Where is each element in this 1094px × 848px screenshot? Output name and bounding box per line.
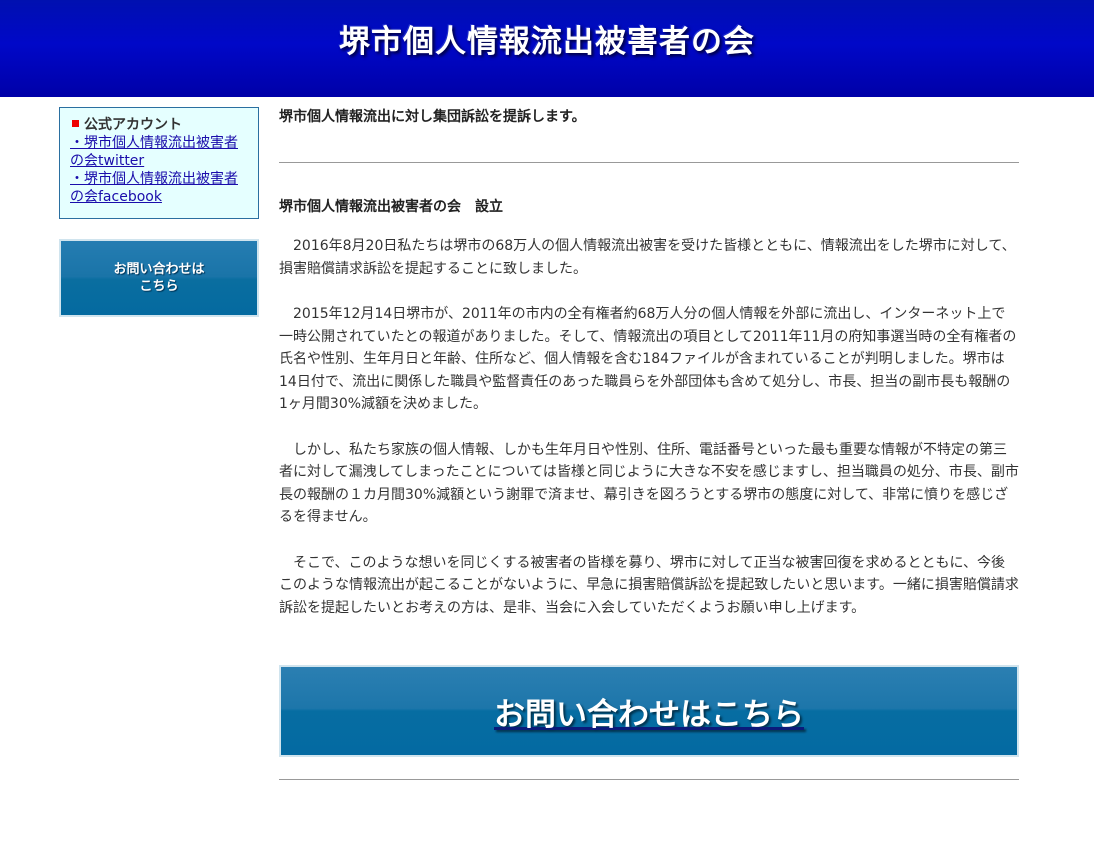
- sidebar: 公式アカウント ・堺市個人情報流出被害者の会twitter ・堺市個人情報流出被…: [59, 107, 259, 317]
- headline: 堺市個人情報流出に対し集団訴訟を提訴します。: [279, 109, 586, 125]
- site-header: 堺市個人情報流出被害者の会: [0, 0, 1094, 97]
- bottom-divider: [279, 779, 1019, 780]
- twitter-link[interactable]: ・堺市個人情報流出被害者の会twitter: [70, 134, 248, 170]
- paragraph-1: 2016年8月20日私たちは堺市の68万人の個人情報流出被害を受けた皆様とともに…: [279, 238, 1016, 277]
- paragraph-3: しかし、私たち家族の個人情報、しかも生年月日や性別、住所、電話番号といった最も重…: [279, 441, 1019, 526]
- contact-banner-label[interactable]: お問い合わせはこちら: [494, 689, 804, 734]
- divider: [279, 162, 1019, 163]
- sidebar-contact-button[interactable]: お問い合わせは こちら: [59, 239, 259, 317]
- official-accounts-title: 公式アカウント: [70, 116, 248, 134]
- facebook-link[interactable]: ・堺市個人情報流出被害者の会facebook: [70, 170, 248, 206]
- paragraph-2: 2015年12月14日堺市が、2011年の市内の全有権者約68万人分の個人情報を…: [279, 306, 1017, 412]
- red-square-icon: [72, 120, 79, 127]
- founding-title: 堺市個人情報流出被害者の会 設立: [279, 199, 503, 215]
- contact-banner-button[interactable]: お問い合わせはこちら: [279, 665, 1019, 757]
- official-accounts-box: 公式アカウント ・堺市個人情報流出被害者の会twitter ・堺市個人情報流出被…: [59, 107, 259, 219]
- site-title: 堺市個人情報流出被害者の会: [339, 24, 755, 60]
- main-content: 堺市個人情報流出に対し集団訴訟を提訴します。 堺市個人情報流出被害者の会 設立 …: [279, 107, 1019, 780]
- paragraph-4: そこで、このような想いを同じくする被害者の皆様を募り、堺市に対して正当な被害回復…: [279, 554, 1019, 616]
